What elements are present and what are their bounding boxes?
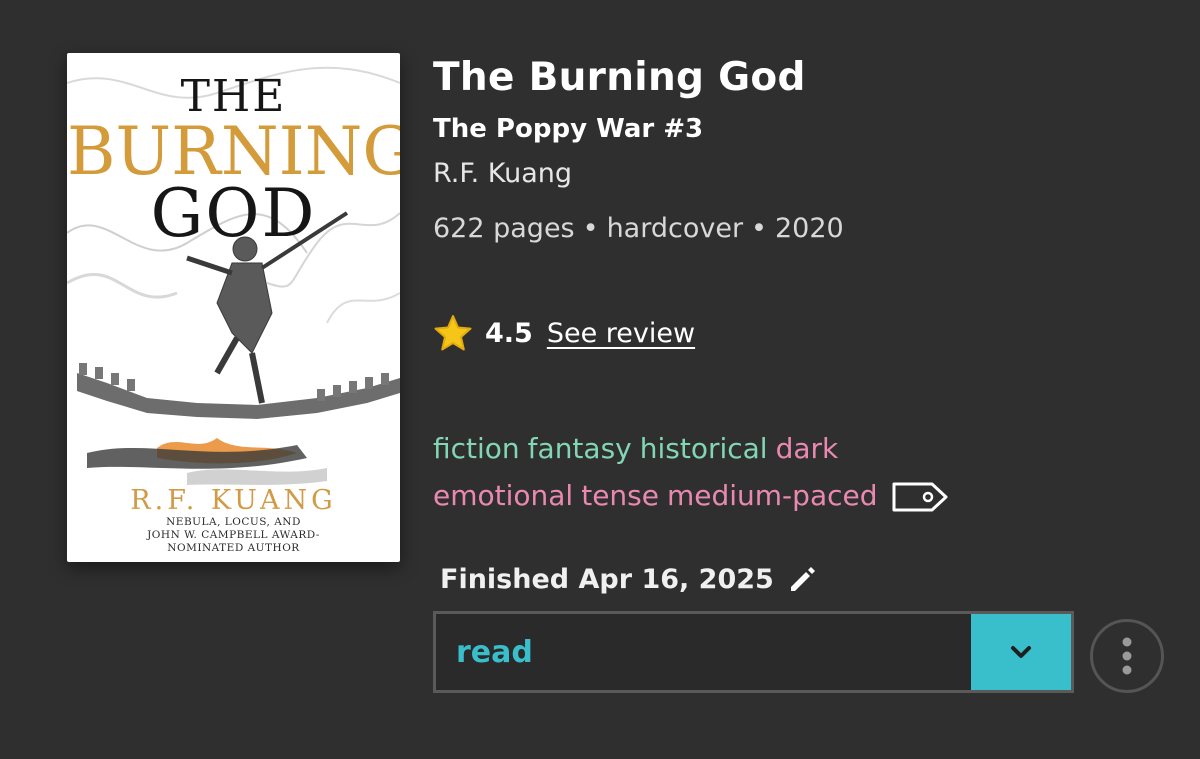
book-title[interactable]: The Burning God — [433, 55, 806, 100]
more-options-button[interactable] — [1090, 619, 1164, 693]
book-author[interactable]: R.F. Kuang — [433, 158, 572, 189]
cover-author: R.F. KUANG — [130, 485, 337, 516]
tag-genre-fiction[interactable]: fiction — [433, 432, 520, 465]
reading-status-select[interactable]: read — [433, 611, 1074, 693]
book-pages: 622 pages — [433, 213, 575, 244]
rating-value: 4.5 — [485, 317, 533, 349]
meta-separator: • — [751, 213, 767, 244]
see-review-link[interactable]: See review — [547, 318, 695, 349]
tag-mood-emotional[interactable]: emotional — [433, 479, 573, 512]
meta-separator: • — [582, 213, 599, 244]
tag-mood-tense[interactable]: tense — [581, 479, 659, 512]
finished-date: Finished Apr 16, 2025 — [440, 563, 818, 595]
cover-blurb-line1: NEBULA, LOCUS, AND — [166, 516, 301, 528]
reading-status-value[interactable]: read — [436, 614, 971, 690]
cover-blurb-line2: JOHN W. CAMPBELL AWARD- — [147, 529, 320, 541]
tag-list: fiction fantasy historical dark emotional te… — [433, 425, 1093, 519]
book-year: 2020 — [774, 213, 844, 244]
chevron-down-icon — [1011, 646, 1031, 658]
tag-genre-fantasy[interactable]: fantasy — [528, 432, 632, 465]
more-icon — [1122, 637, 1132, 675]
tag-mood-dark[interactable]: dark — [776, 432, 839, 465]
book-format: hardcover — [606, 213, 744, 244]
finished-label: Finished Apr 16, 2025 — [440, 563, 774, 595]
book-meta: 622 pages • hardcover • 2020 — [433, 213, 844, 244]
tag-genre-historical[interactable]: historical — [640, 432, 768, 465]
rating-row: 4.5 See review — [433, 310, 695, 356]
pencil-icon[interactable] — [786, 563, 818, 595]
tag-icon[interactable] — [890, 479, 950, 515]
star-icon — [434, 315, 472, 351]
book-series[interactable]: The Poppy War #3 — [433, 114, 703, 144]
tag-mood-medium-paced[interactable]: medium-paced — [667, 479, 878, 512]
status-dropdown-button[interactable] — [971, 614, 1071, 690]
cover-title-line3: GOD — [150, 175, 317, 252]
cover-blurb: NEBULA, LOCUS, AND JOHN W. CAMPBELL AWAR… — [67, 516, 400, 555]
book-cover[interactable]: THE BURNING GOD R.F. KUANG NEBULA, LOCUS… — [67, 53, 400, 562]
cover-blurb-line3: NOMINATED AUTHOR — [167, 542, 300, 554]
